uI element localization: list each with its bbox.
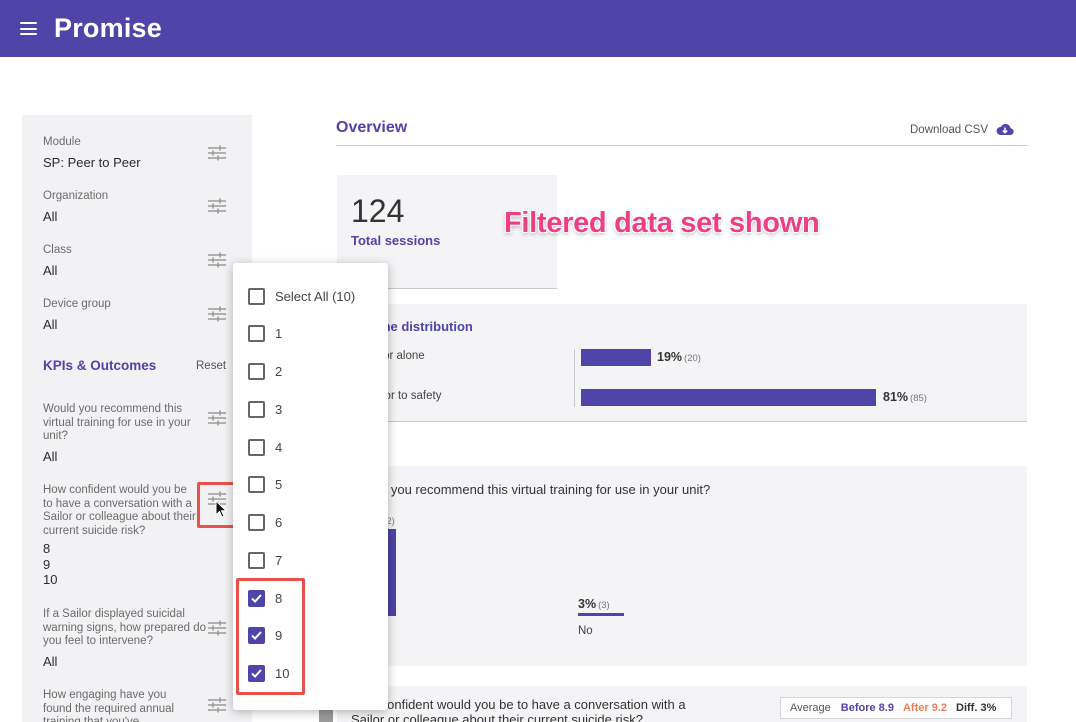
filter-label: How engaging have you found the required… — [43, 689, 175, 722]
filter-value: All — [43, 208, 58, 224]
kpi-filter-recommend: Would you recommend this virtual trainin… — [43, 403, 205, 464]
kpi-filter-confident-values: 8 9 10 — [43, 541, 233, 588]
filter-label: Module — [43, 136, 81, 148]
average-stats: Average Before 8.9 After 9.2 Diff. 3% — [780, 697, 1012, 719]
filter-settings-icon[interactable] — [208, 252, 226, 268]
filter-settings-icon[interactable] — [208, 198, 226, 214]
filter-module: Module SP: Peer to Peer — [43, 136, 233, 170]
outcome-distribution-card: ome distribution ilor alone lor to safet… — [337, 304, 1027, 422]
option-label: 6 — [275, 514, 283, 530]
filter-value: 10 — [43, 572, 58, 587]
recommend-bar-yes — [388, 529, 396, 616]
kpis-outcomes-title: KPIs & Outcomes — [43, 358, 157, 373]
outcome-row-label: lor to safety — [382, 390, 442, 402]
before-value: Before 8.9 — [840, 702, 894, 714]
checkbox[interactable] — [248, 324, 265, 342]
recommend-card: d you recommend this virtual training fo… — [337, 466, 1027, 666]
sessions-count: 124 — [351, 193, 405, 229]
recommend-bar-no — [578, 613, 624, 616]
recommend-question: d you recommend this virtual training fo… — [380, 482, 711, 497]
download-csv-label: Download CSV — [910, 123, 988, 136]
checkbox[interactable] — [248, 475, 265, 493]
filter-label: How confident would you be to have a con… — [43, 484, 196, 536]
average-label: Average — [790, 702, 831, 714]
download-csv-button[interactable]: Download CSV — [910, 123, 1014, 136]
checkbox[interactable] — [248, 362, 265, 380]
recommend-value-no: 3% (3) — [578, 597, 610, 611]
filter-settings-icon[interactable] — [208, 306, 226, 322]
filter-value: 8 — [43, 541, 51, 556]
annotation-callout: Filtered data set shown — [504, 207, 820, 239]
filter-class: Class All — [43, 244, 233, 278]
menu-icon[interactable] — [20, 22, 37, 35]
kpi-filter-engaging: How engaging have you found the required… — [43, 689, 193, 722]
confident-question: How confident would you be to have a con… — [351, 697, 686, 722]
filter-value: SP: Peer to Peer — [43, 154, 141, 170]
filter-value: 9 — [43, 556, 51, 572]
option-label: 7 — [275, 552, 283, 568]
filter-label: Device group — [43, 298, 111, 310]
mouse-cursor-icon — [215, 500, 227, 518]
filter-value: All — [43, 448, 58, 464]
filter-value: All — [43, 653, 58, 669]
outcome-axis — [574, 349, 575, 407]
filter-settings-icon[interactable] — [208, 410, 226, 426]
filter-organization: Organization All — [43, 190, 233, 224]
option-1[interactable]: 1 — [248, 323, 282, 343]
filter-label: If a Sailor displayed suicidal warning s… — [43, 608, 207, 647]
option-2[interactable]: 2 — [248, 361, 282, 381]
kpi-filter-prepared: If a Sailor displayed suicidal warning s… — [43, 608, 207, 669]
kpi-filter-confident: How confident would you be to have a con… — [43, 484, 199, 536]
filter-label: Organization — [43, 190, 109, 202]
cloud-download-icon — [996, 124, 1014, 136]
option-label: 5 — [275, 476, 283, 492]
diff-value: Diff. 3% — [956, 702, 997, 714]
option-7[interactable]: 7 — [248, 550, 282, 570]
option-label: 3 — [275, 401, 283, 417]
outcome-value-safety: 81% (85) — [883, 390, 927, 404]
option-3[interactable]: 3 — [248, 399, 282, 419]
filter-sidebar: Module SP: Peer to Peer Organization All… — [22, 115, 252, 722]
option-6[interactable]: 6 — [248, 512, 282, 532]
option-label: 1 — [275, 325, 283, 341]
option-label: 2 — [275, 363, 283, 379]
option-select-all[interactable]: Select All (10) — [248, 286, 355, 306]
sessions-label: Total sessions — [351, 233, 441, 248]
outcome-bar-safety — [581, 389, 876, 406]
filter-device-group: Device group All — [43, 298, 233, 332]
checkbox[interactable] — [248, 287, 265, 305]
checked-options-highlight — [236, 578, 305, 695]
filter-settings-icon[interactable] — [208, 697, 226, 713]
filter-settings-icon[interactable] — [208, 145, 226, 161]
checkbox[interactable] — [248, 400, 265, 418]
overview-divider — [336, 145, 1027, 146]
app-header: Promise — [0, 0, 1076, 57]
outcome-bar-alone — [581, 349, 651, 366]
checkbox[interactable] — [248, 551, 265, 569]
filter-settings-icon[interactable] — [208, 620, 226, 636]
overview-title: Overview — [336, 119, 408, 136]
recommend-no-label: No — [578, 625, 593, 637]
filter-value: All — [43, 316, 58, 332]
option-label: Select All (10) — [275, 288, 356, 304]
outcome-value-alone: 19% (20) — [657, 350, 701, 364]
checkbox[interactable] — [248, 438, 265, 456]
filter-label: Would you recommend this virtual trainin… — [43, 403, 191, 442]
filter-label: Class — [43, 244, 72, 256]
option-5[interactable]: 5 — [248, 474, 282, 494]
option-label: 4 — [275, 439, 283, 455]
after-value: After 9.2 — [902, 702, 948, 714]
checkbox[interactable] — [248, 513, 265, 531]
filter-value: All — [43, 262, 58, 278]
reset-button[interactable]: Reset — [196, 360, 226, 372]
option-4[interactable]: 4 — [248, 437, 282, 457]
app-title: Promise — [54, 13, 162, 43]
